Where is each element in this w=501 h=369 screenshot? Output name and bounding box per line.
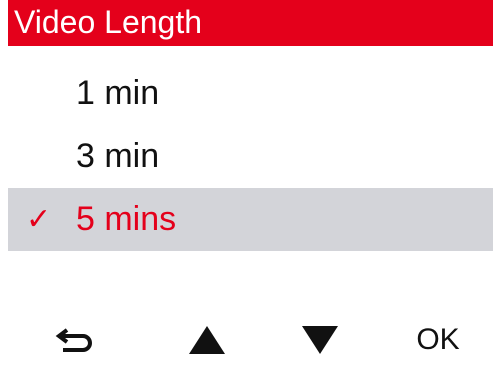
menu-item-label: 3 min — [76, 137, 160, 175]
video-length-menu: 1 min 3 min ✓ 5 mins — [8, 62, 493, 251]
video-length-screen: Video Length 1 min 3 min ✓ 5 mins OK — [0, 0, 501, 369]
ok-button[interactable]: OK — [408, 318, 468, 362]
down-triangle-icon — [302, 326, 338, 354]
ok-label: OK — [416, 323, 460, 356]
page-title: Video Length — [8, 0, 493, 46]
menu-item-3-min[interactable]: 3 min — [8, 125, 493, 188]
softkey-bar: OK — [0, 318, 501, 369]
down-button[interactable] — [290, 318, 350, 362]
checkmark-icon: ✓ — [26, 202, 52, 236]
up-triangle-icon — [189, 326, 225, 354]
menu-item-label: 5 mins — [76, 200, 177, 238]
return-arrow-icon — [55, 328, 92, 352]
menu-item-1-min[interactable]: 1 min — [8, 62, 493, 125]
menu-item-label: 1 min — [76, 74, 160, 112]
menu-item-5-mins[interactable]: ✓ 5 mins — [8, 188, 493, 251]
back-button[interactable] — [45, 318, 105, 362]
up-button[interactable] — [177, 318, 237, 362]
